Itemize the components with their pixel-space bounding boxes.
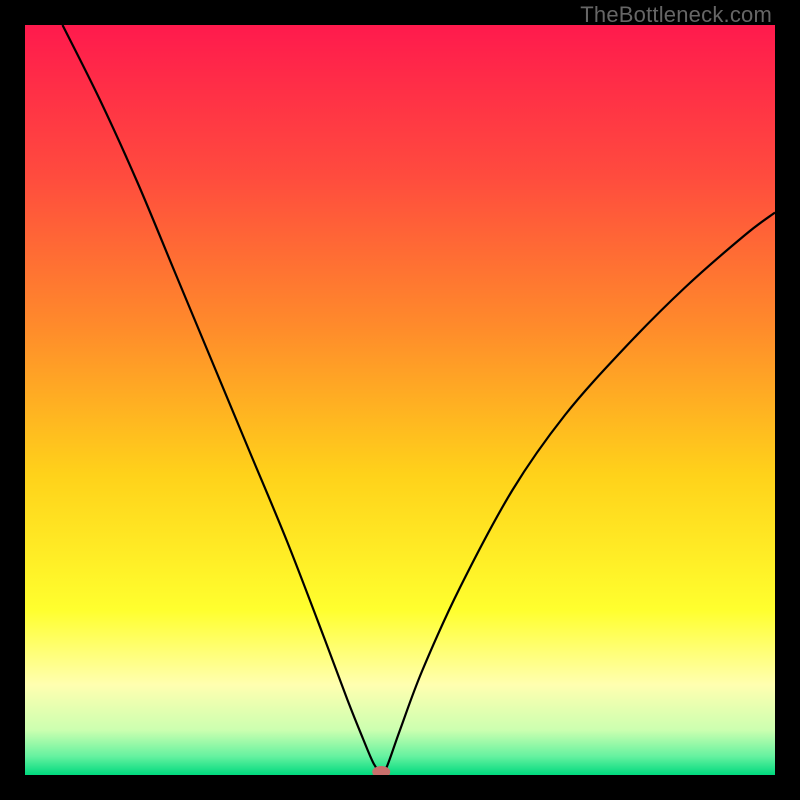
gradient-background: [25, 25, 775, 775]
bottleneck-chart: [25, 25, 775, 775]
chart-frame: [25, 25, 775, 775]
watermark-text: TheBottleneck.com: [580, 2, 772, 28]
